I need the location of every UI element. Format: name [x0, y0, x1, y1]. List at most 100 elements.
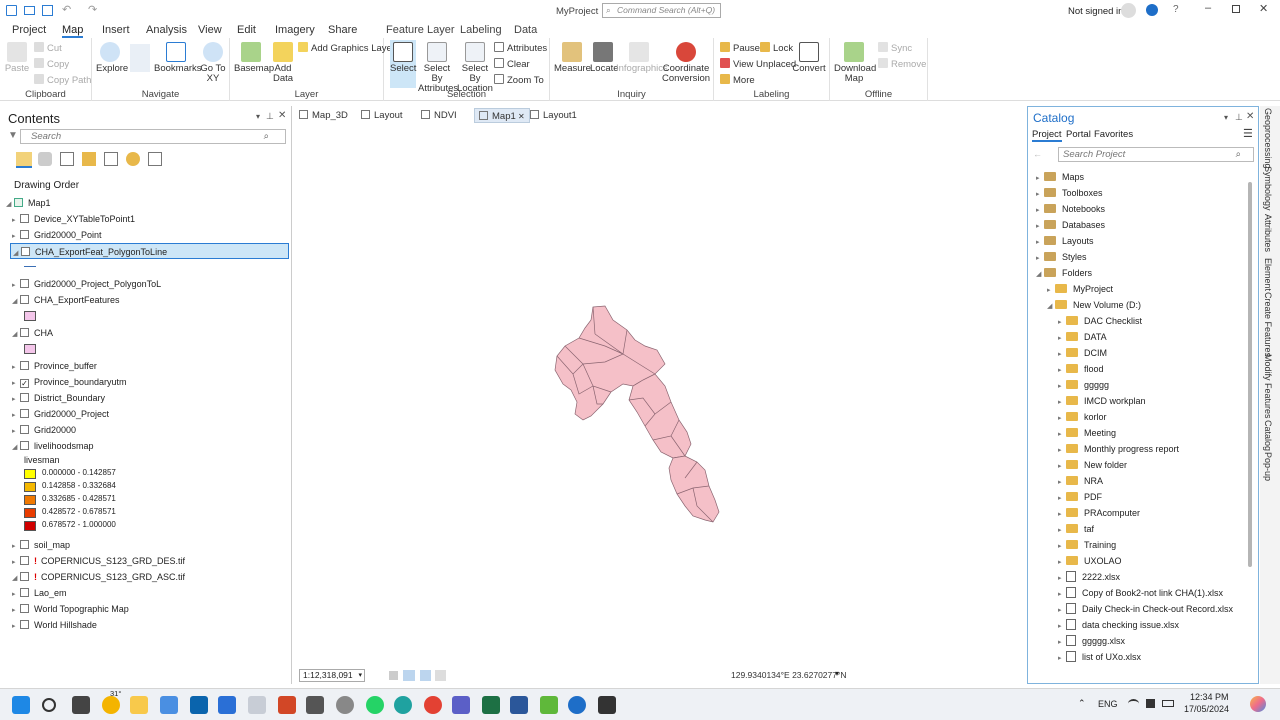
list-by-labeling-icon[interactable]: [126, 152, 140, 166]
catalog-folder[interactable]: ▸ korlor: [1058, 409, 1107, 425]
catalog-folder[interactable]: ▸ PRAcomputer: [1058, 505, 1140, 521]
layer-visibility-checkbox[interactable]: [20, 328, 29, 337]
layer-visibility-checkbox[interactable]: [20, 409, 29, 418]
catalog-tab-portal[interactable]: Portal: [1066, 129, 1091, 140]
signin-label[interactable]: Not signed in: [1068, 6, 1123, 17]
catalog-item-databases[interactable]: ▸ Databases: [1036, 217, 1105, 233]
language-indicator[interactable]: ENG: [1098, 699, 1118, 709]
save-project-icon[interactable]: [42, 5, 53, 16]
fixed-zoom-icons[interactable]: [130, 44, 150, 72]
pin-icon[interactable]: ⊥: [266, 111, 274, 122]
grid-toggle-icon[interactable]: [389, 671, 398, 680]
layer-visibility-checkbox[interactable]: [20, 556, 29, 565]
catalog-file[interactable]: ▸ Copy of Book2-not link CHA(1).xlsx: [1058, 585, 1223, 601]
collapse-icon[interactable]: ◢: [1036, 267, 1044, 283]
add-graphics-layer-button[interactable]: Add Graphics Layer: [298, 42, 395, 54]
layer-row[interactable]: ◢ CHA_ExportFeatures: [12, 292, 120, 308]
layer-visibility-checkbox[interactable]: [21, 247, 30, 256]
scrollbar[interactable]: [1248, 182, 1252, 567]
view-tab-map1[interactable]: Map1 ✕: [474, 108, 530, 123]
catalog-tab-favorites[interactable]: Favorites: [1094, 129, 1133, 140]
contents-search-input[interactable]: Search ⌕: [20, 129, 286, 144]
laos-central-polygon[interactable]: [628, 373, 692, 459]
clock-date[interactable]: 17/05/2024: [1184, 704, 1229, 714]
collapse-icon[interactable]: ◢: [1047, 299, 1055, 315]
tab-project[interactable]: Project: [12, 24, 46, 36]
view-tab-ndvi[interactable]: NDVI: [421, 108, 457, 123]
excel-icon[interactable]: [482, 696, 500, 714]
dock-tab-modify-features[interactable]: Modify Features: [1263, 354, 1273, 419]
layer-visibility-checkbox[interactable]: [20, 295, 29, 304]
dock-tab-attributes[interactable]: Attributes: [1263, 214, 1273, 252]
catalog-folder[interactable]: ▸ IMCD workplan: [1058, 393, 1146, 409]
layer-row[interactable]: ◢ CHA: [12, 325, 53, 341]
save-icon[interactable]: [6, 5, 17, 16]
view-tab-layout[interactable]: Layout: [361, 108, 403, 123]
dock-tab-pop-up[interactable]: Pop-up: [1263, 452, 1273, 481]
select-by-attributes-button[interactable]: Select By Attributes: [418, 42, 458, 94]
tab-edit[interactable]: Edit: [237, 24, 256, 36]
open-icon[interactable]: [24, 6, 35, 15]
command-search[interactable]: ⌕ Command Search (Alt+Q): [602, 3, 721, 18]
sync-button[interactable]: Sync: [878, 42, 912, 54]
expand-icon[interactable]: ▸: [12, 619, 20, 635]
dock-tab-element[interactable]: Element: [1263, 258, 1273, 291]
catalog-folder[interactable]: ▸ ggggg: [1058, 377, 1109, 393]
list-by-drawing-order-icon[interactable]: [16, 152, 32, 168]
catalog-file[interactable]: ▸ Daily Check-in Check-out Record.xlsx: [1058, 601, 1233, 617]
maximize-icon[interactable]: [1232, 5, 1240, 13]
download-map-button[interactable]: Download Map: [834, 42, 876, 84]
tab-data[interactable]: Data: [514, 24, 537, 36]
infographics-button[interactable]: Infographics: [616, 42, 668, 74]
dock-tab-symbology[interactable]: Symbology: [1263, 166, 1273, 211]
layer-visibility-checkbox[interactable]: [20, 441, 29, 450]
catalog-folder[interactable]: ▸ MyProject: [1047, 281, 1113, 297]
menu-icon[interactable]: ☰: [1243, 127, 1253, 140]
notification-icon[interactable]: [1146, 4, 1158, 16]
close-icon[interactable]: ✕: [1259, 2, 1268, 15]
layer-row[interactable]: ◢ CHA_ExportFeat_PolygonToLine: [10, 243, 289, 259]
select-by-location-button[interactable]: Select By Location: [456, 42, 494, 94]
lock-button[interactable]: Lock: [760, 42, 793, 54]
context-tab-feature-layer[interactable]: Feature Layer: [386, 24, 454, 36]
layer-row[interactable]: ▸ Lao_em: [12, 585, 67, 601]
layer-row[interactable]: ◢! COPERNICUS_S123_GRD_ASC.tif: [12, 569, 185, 585]
catalog-file[interactable]: ▸ ggggg.xlsx: [1058, 633, 1125, 649]
more-button[interactable]: More: [720, 74, 755, 86]
catalog-folder[interactable]: ▸ Meeting: [1058, 425, 1116, 441]
layer-row[interactable]: ▸ soil_map: [12, 537, 70, 553]
app-icon[interactable]: [540, 696, 558, 714]
catalog-item-layouts[interactable]: ▸ Layouts: [1036, 233, 1094, 249]
cut-button[interactable]: Cut: [34, 42, 62, 54]
list-by-source-icon[interactable]: [38, 152, 52, 166]
chrome-icon[interactable]: [424, 696, 442, 714]
layer-row[interactable]: ▸ Grid20000: [12, 422, 76, 438]
basemap-button[interactable]: Basemap: [234, 42, 274, 74]
explore-button[interactable]: Explore: [96, 42, 128, 74]
bookmarks-button[interactable]: Bookmarks: [154, 42, 202, 74]
layer-visibility-checkbox[interactable]: [20, 214, 29, 223]
list-by-selection-icon[interactable]: [60, 152, 74, 166]
layer-visibility-checkbox[interactable]: [20, 393, 29, 402]
layer-visibility-checkbox[interactable]: [20, 620, 29, 629]
file-explorer-icon[interactable]: [130, 696, 148, 714]
locate-button[interactable]: Locate: [590, 42, 619, 74]
layer-visibility-checkbox[interactable]: [20, 230, 29, 239]
avatar[interactable]: [1121, 3, 1136, 18]
catalog-folder[interactable]: ▸ PDF: [1058, 489, 1102, 505]
undo-icon[interactable]: ↶: [62, 3, 71, 16]
layer-row[interactable]: ▸ Province_buffer: [12, 358, 97, 374]
capture-icon[interactable]: [598, 696, 616, 714]
view-unplaced-button[interactable]: View Unplaced: [720, 58, 796, 70]
map-view[interactable]: Map_3D Layout NDVI Map1 ✕ Layout1 1:12,318,0…: [293, 106, 1026, 684]
clock-time[interactable]: 12:34 PM: [1190, 692, 1229, 702]
tab-map[interactable]: Map: [62, 24, 84, 38]
expand-icon[interactable]: ▸: [1058, 651, 1066, 667]
pane-options-icon[interactable]: ▾: [1224, 113, 1228, 122]
close-tab-icon[interactable]: ✕: [516, 112, 525, 121]
clear-button[interactable]: Clear: [494, 58, 530, 70]
pane-options-icon[interactable]: ▾: [256, 112, 260, 121]
arcgis-pro-icon[interactable]: [568, 696, 586, 714]
constraint-icon[interactable]: [420, 670, 431, 681]
chevron-up-icon[interactable]: ⌃: [1078, 698, 1086, 709]
